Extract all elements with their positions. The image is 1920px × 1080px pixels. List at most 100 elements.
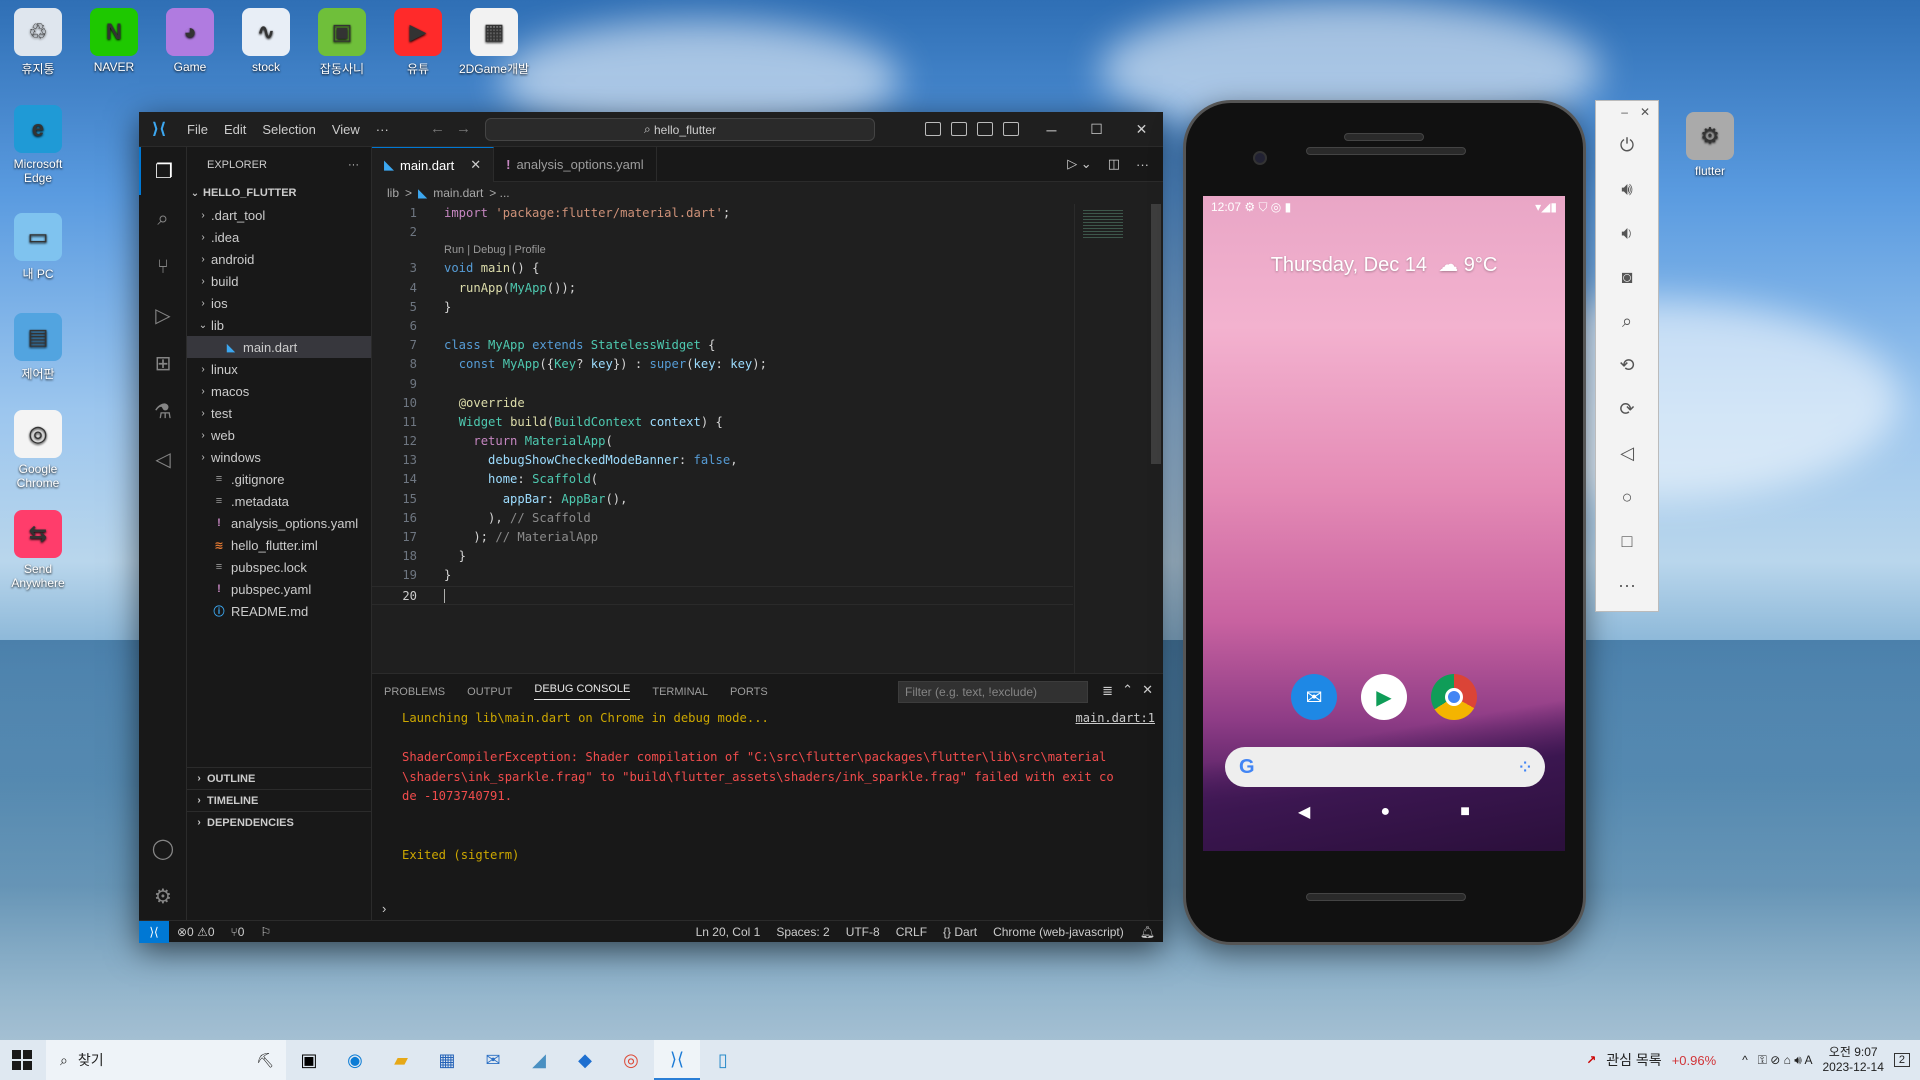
code-line[interactable]: 18 }	[372, 547, 1073, 566]
desktop-icon-flutter[interactable]: ⚙ flutter	[1672, 112, 1748, 178]
minimize-button[interactable]: ─	[1029, 112, 1074, 147]
phone-screen[interactable]: 12:07 ⚙ ⛉ ◎ ▮ ▾◢▮ Thursday, Dec 14 ☁ 9°C…	[1203, 196, 1565, 851]
emulator-minimize-button[interactable]: –	[1621, 105, 1628, 119]
tree-file[interactable]: ≡ .gitignore	[187, 468, 371, 490]
tree-folder[interactable]: › ios	[187, 292, 371, 314]
tab-analysis-options[interactable]: ! analysis_options.yaml	[494, 147, 657, 182]
tree-file[interactable]: ! pubspec.yaml	[187, 578, 371, 600]
mail-icon[interactable]: ✉	[470, 1040, 516, 1080]
explorer-icon[interactable]: ❐	[139, 147, 187, 195]
toggle-panel-icon[interactable]	[951, 122, 967, 136]
tree-folder[interactable]: › android	[187, 248, 371, 270]
panel-tab-ports[interactable]: PORTS	[730, 686, 768, 698]
command-center-search[interactable]: ⌕ hello_flutter	[485, 118, 875, 141]
code-line[interactable]: 20	[372, 585, 1073, 605]
code-line[interactable]: 17 ); // MaterialApp	[372, 528, 1073, 547]
tree-file[interactable]: ⓘ README.md	[187, 600, 371, 622]
run-icon[interactable]: ▷ ⌄	[1067, 156, 1092, 172]
date-weather-widget[interactable]: Thursday, Dec 14 ☁ 9°C	[1203, 252, 1565, 277]
source-control-icon[interactable]: ⑂	[139, 243, 187, 291]
account-icon[interactable]: ◯	[139, 824, 187, 872]
home-icon[interactable]: ○	[1596, 475, 1658, 519]
debug-target-icon[interactable]: ⚐	[252, 925, 279, 939]
task-view-icon[interactable]: ▣	[286, 1040, 332, 1080]
minimap[interactable]	[1074, 204, 1149, 673]
desktop-icon[interactable]: N NAVER	[76, 8, 152, 74]
code-line[interactable]: 12 return MaterialApp(	[372, 432, 1073, 451]
play-store-icon[interactable]: ▶	[1361, 674, 1407, 720]
code-line[interactable]: 9	[372, 375, 1073, 394]
clock[interactable]: 오전 9:07 2023-12-14	[1822, 1045, 1883, 1075]
stock-change[interactable]: +0.96%	[1672, 1053, 1716, 1068]
code-line[interactable]: 2	[372, 223, 1073, 242]
tree-folder[interactable]: › .dart_tool	[187, 204, 371, 226]
menu-[interactable]: ···	[368, 122, 397, 137]
forward-arrow-icon[interactable]: →	[456, 120, 471, 137]
problems-count[interactable]: ⊗0 ⚠0	[169, 925, 223, 939]
google-search-bar[interactable]: G ⁘	[1225, 747, 1545, 787]
menu-edit[interactable]: Edit	[216, 122, 254, 137]
tray-icons[interactable]: ⚿ ⊘ ⌂ 🔊︎ A	[1758, 1053, 1813, 1068]
panel-tab-terminal[interactable]: TERMINAL	[652, 686, 708, 698]
app-icon[interactable]: ◆	[562, 1040, 608, 1080]
store-icon[interactable]: ▦	[424, 1040, 470, 1080]
extensions-icon[interactable]: ⊞	[139, 339, 187, 387]
tree-folder[interactable]: › .idea	[187, 226, 371, 248]
remote-indicator-icon[interactable]: ⟩⟨	[139, 920, 169, 943]
editor-scrollbar[interactable]	[1149, 204, 1163, 673]
panel-tab-problems[interactable]: PROBLEMS	[384, 686, 445, 698]
dependencies-section[interactable]: › DEPENDENCIES	[187, 811, 372, 833]
tree-file[interactable]: ≡ .metadata	[187, 490, 371, 512]
code-line[interactable]: 7 class MyApp extends StatelessWidget {	[372, 336, 1073, 355]
close-panel-icon[interactable]: ✕	[1142, 682, 1153, 698]
chrome-icon[interactable]	[1431, 674, 1477, 720]
code-line[interactable]: 4 runApp(MyApp());	[372, 279, 1073, 298]
code-line[interactable]: 8 const MyApp({Key? key}) : super(key: k…	[372, 355, 1073, 374]
start-button[interactable]	[12, 1050, 32, 1070]
tree-folder[interactable]: › web	[187, 424, 371, 446]
flutter-icon[interactable]: ◁	[139, 435, 187, 483]
ports-count[interactable]: ⑂0	[223, 925, 253, 939]
android-studio-icon[interactable]: ◢	[516, 1040, 562, 1080]
back-arrow-icon[interactable]: ←	[430, 120, 445, 137]
language-mode[interactable]: {} Dart	[935, 925, 985, 939]
maximize-button[interactable]: ☐	[1074, 112, 1119, 147]
code-line[interactable]: 6	[372, 317, 1073, 336]
console-source-link[interactable]: main.dart:1	[1076, 711, 1155, 725]
panel-tab-debug-console[interactable]: DEBUG CONSOLE	[534, 683, 631, 700]
notification-bell-icon[interactable]: 🔔︎	[1132, 925, 1163, 939]
code-line[interactable]: 13 debugShowCheckedModeBanner: false,	[372, 451, 1073, 470]
tree-file[interactable]: ≡ pubspec.lock	[187, 556, 371, 578]
phone-home-icon[interactable]: ●	[1380, 803, 1390, 821]
code-line[interactable]: 19}	[372, 566, 1073, 585]
flutter-device[interactable]: Chrome (web-javascript)	[985, 925, 1132, 939]
project-root[interactable]: ⌄ HELLO_FLUTTER	[187, 182, 371, 204]
stock-label[interactable]: 관심 목록	[1606, 1050, 1661, 1070]
code-line[interactable]: 3 void main() {	[372, 259, 1073, 278]
code-line[interactable]: 11 Widget build(BuildContext context) {	[372, 413, 1073, 432]
stock-widget-icon[interactable]: ↗	[1586, 1053, 1596, 1067]
tree-folder[interactable]: › macos	[187, 380, 371, 402]
more-icon[interactable]: ···	[1596, 563, 1658, 607]
code-line[interactable]: 16 ), // Scaffold	[372, 509, 1073, 528]
code-line[interactable]: 15 appBar: AppBar(),	[372, 490, 1073, 509]
testing-icon[interactable]: ⚗	[139, 387, 187, 435]
desktop-icon[interactable]: ◎ Google Chrome	[0, 410, 76, 490]
assistant-icon[interactable]: ⁘	[1519, 759, 1531, 776]
code-line[interactable]: 1 import 'package:flutter/material.dart';	[372, 204, 1073, 223]
split-editor-icon[interactable]: ◫	[1108, 156, 1120, 172]
tree-file[interactable]: ≋ hello_flutter.iml	[187, 534, 371, 556]
tree-folder[interactable]: › test	[187, 402, 371, 424]
rotate-right-icon[interactable]: ⟳	[1596, 387, 1658, 431]
code-line[interactable]: 5}	[372, 298, 1073, 317]
desktop-icon[interactable]: ⇆ Send Anywhere	[0, 510, 76, 590]
toggle-sidebar-icon[interactable]	[925, 122, 941, 136]
more-editor-actions-icon[interactable]: ···	[1136, 157, 1149, 172]
taskbar-search[interactable]: ⌕ 찾기 ⛏	[46, 1040, 286, 1080]
settings-gear-icon[interactable]: ⚙	[139, 872, 187, 920]
tab-main-dart[interactable]: ◣ main.dart ✕	[372, 147, 495, 182]
phone-recents-icon[interactable]: ■	[1460, 803, 1470, 821]
tree-folder[interactable]: › windows	[187, 446, 371, 468]
overview-icon[interactable]: □	[1596, 519, 1658, 563]
vscode-taskbar-icon[interactable]: ⟩⟨	[654, 1040, 700, 1080]
